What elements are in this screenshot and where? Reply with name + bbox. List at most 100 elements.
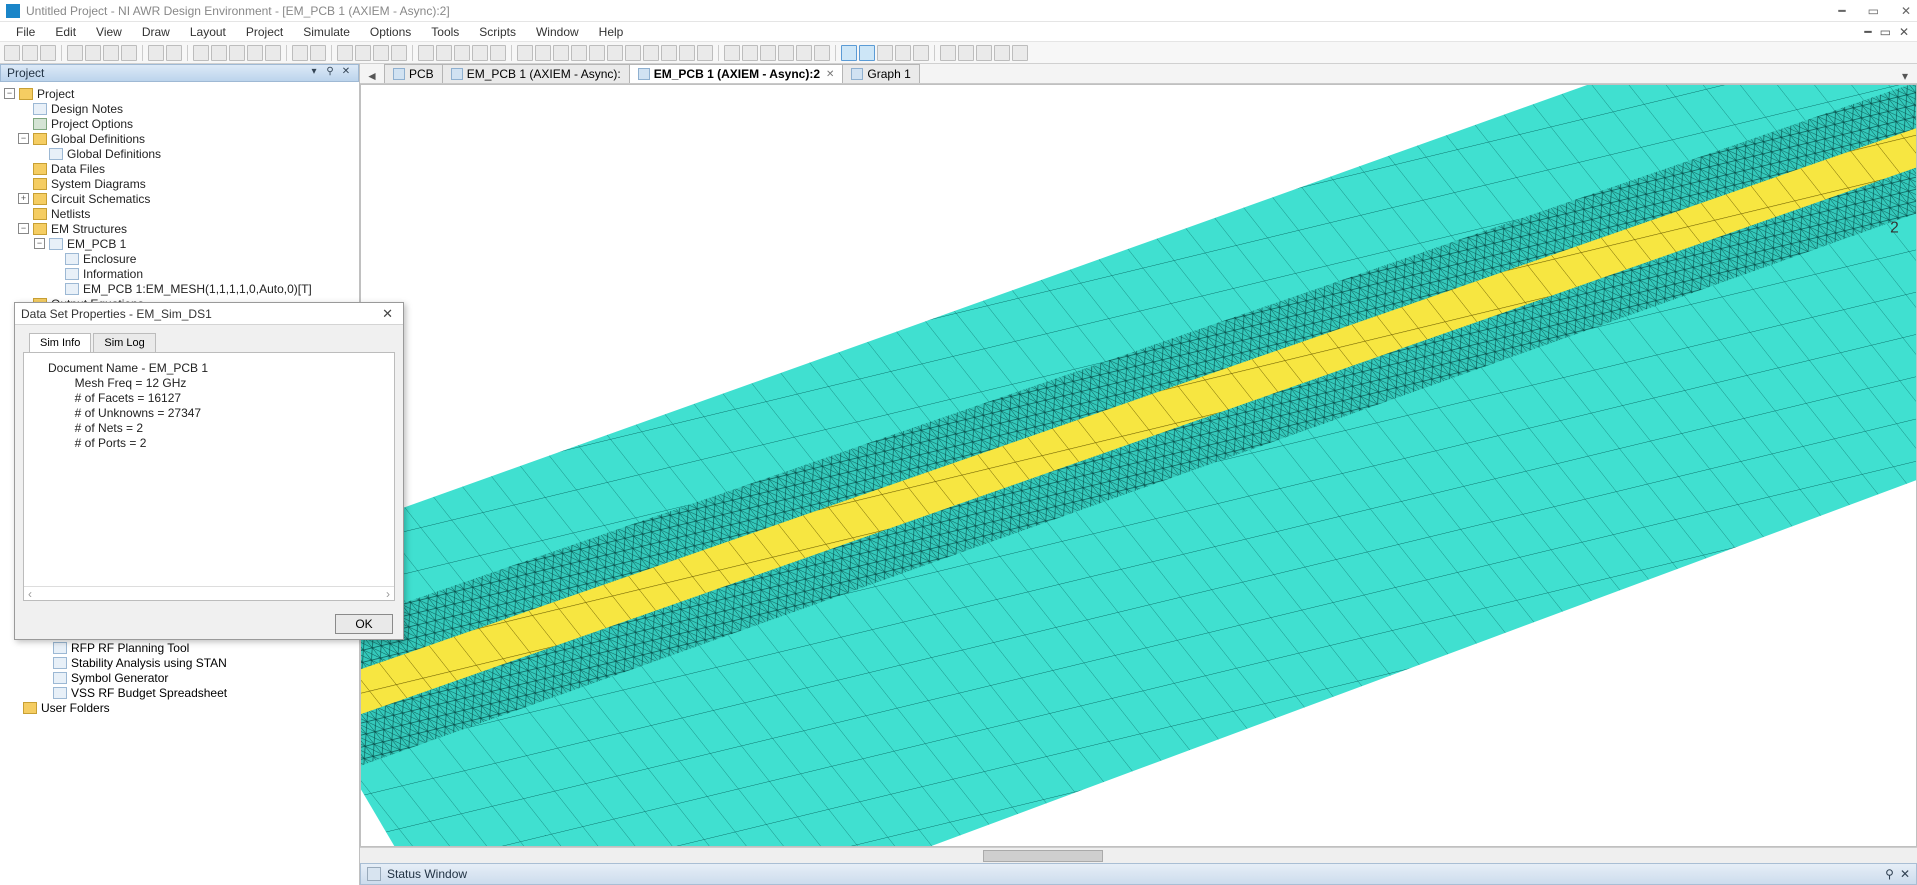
tool-graph[interactable]: [418, 45, 434, 61]
project-panel-header[interactable]: Project ▾ ⚲ ✕: [0, 64, 359, 82]
tab-scroll-left[interactable]: ◄: [364, 69, 380, 83]
tool-mesh-view[interactable]: [841, 45, 857, 61]
tool-measure[interactable]: [913, 45, 929, 61]
tool-zoom-area[interactable]: [247, 45, 263, 61]
menu-draw[interactable]: Draw: [134, 23, 178, 41]
tab-close-icon[interactable]: ✕: [824, 69, 834, 80]
document-tab[interactable]: Graph 1: [842, 64, 919, 83]
expand-icon[interactable]: −: [34, 238, 45, 249]
maximize-button[interactable]: ▭: [1868, 4, 1879, 18]
tree-item[interactable]: RFP RF Planning Tool: [4, 640, 360, 655]
tool-window4[interactable]: [625, 45, 641, 61]
tree-item[interactable]: −Global Definitions: [0, 131, 359, 146]
tool-new[interactable]: [4, 45, 20, 61]
tree-item[interactable]: Project Options: [0, 116, 359, 131]
tool-zoom-out[interactable]: [211, 45, 227, 61]
tree-item[interactable]: +Circuit Schematics: [0, 191, 359, 206]
panel-pin-button[interactable]: ⚲: [324, 67, 336, 79]
close-button[interactable]: ✕: [1901, 4, 1911, 18]
tool-layout3[interactable]: [760, 45, 776, 61]
tool-window2[interactable]: [589, 45, 605, 61]
tool-window7[interactable]: [679, 45, 695, 61]
tool-annotations[interactable]: [472, 45, 488, 61]
document-tab[interactable]: PCB: [384, 64, 443, 83]
minimize-button[interactable]: ━: [1838, 4, 1845, 18]
tool-paste[interactable]: [103, 45, 119, 61]
tool-run[interactable]: [940, 45, 956, 61]
tool-play[interactable]: [958, 45, 974, 61]
collapse-icon[interactable]: −: [4, 88, 15, 99]
tool-layout4[interactable]: [778, 45, 794, 61]
mdi-restore-button[interactable]: ▭: [1880, 25, 1891, 39]
tree-root[interactable]: − Project: [0, 86, 359, 101]
tool-cut[interactable]: [67, 45, 83, 61]
tool-print[interactable]: [697, 45, 713, 61]
tree-item[interactable]: Global Definitions: [0, 146, 359, 161]
tree-item[interactable]: Information: [0, 266, 359, 281]
tab-scroll-right[interactable]: ▾: [1897, 69, 1913, 83]
ok-button[interactable]: OK: [335, 614, 393, 634]
tool-cascade[interactable]: [553, 45, 569, 61]
tool-delete[interactable]: [121, 45, 137, 61]
tool-dropdown[interactable]: [1012, 45, 1028, 61]
tool-tune[interactable]: [355, 45, 371, 61]
tool-open[interactable]: [22, 45, 38, 61]
tool-zoom-fit[interactable]: [229, 45, 245, 61]
tree-item[interactable]: User Folders: [4, 700, 360, 715]
menu-simulate[interactable]: Simulate: [295, 23, 358, 41]
tool-layers[interactable]: [310, 45, 326, 61]
tree-item[interactable]: Stability Analysis using STAN: [4, 655, 360, 670]
panel-dropdown-button[interactable]: ▾: [308, 67, 320, 79]
tree-item[interactable]: Design Notes: [0, 101, 359, 116]
tree-item[interactable]: Symbol Generator: [4, 670, 360, 685]
status-close-button[interactable]: ✕: [1900, 867, 1910, 881]
tree-item[interactable]: Data Files: [0, 161, 359, 176]
tool-pan[interactable]: [895, 45, 911, 61]
menu-file[interactable]: File: [8, 23, 43, 41]
tree-item[interactable]: −EM_PCB 1: [0, 236, 359, 251]
tree-item[interactable]: Netlists: [0, 206, 359, 221]
menu-edit[interactable]: Edit: [47, 23, 84, 41]
horizontal-scrollbar[interactable]: [360, 847, 1917, 863]
tool-fullscreen[interactable]: [292, 45, 308, 61]
menu-options[interactable]: Options: [362, 23, 419, 41]
expand-icon[interactable]: −: [18, 133, 29, 144]
document-tab[interactable]: EM_PCB 1 (AXIEM - Async):: [442, 64, 630, 83]
tool-zoom-in[interactable]: [193, 45, 209, 61]
tab-sim-log[interactable]: Sim Log: [93, 333, 155, 352]
tool-pause[interactable]: [976, 45, 992, 61]
tool-layout2[interactable]: [742, 45, 758, 61]
tool-zoom-prev[interactable]: [265, 45, 281, 61]
tool-undo[interactable]: [148, 45, 164, 61]
tool-add-meas[interactable]: [454, 45, 470, 61]
document-tab[interactable]: EM_PCB 1 (AXIEM - Async):2✕: [629, 64, 844, 83]
tool-window6[interactable]: [661, 45, 677, 61]
dialog-titlebar[interactable]: Data Set Properties - EM_Sim_DS1 ✕: [15, 303, 403, 325]
mdi-close-button[interactable]: ✕: [1899, 25, 1909, 39]
tool-tile-v[interactable]: [535, 45, 551, 61]
tool-copy[interactable]: [85, 45, 101, 61]
mdi-minimize-button[interactable]: ━: [1864, 25, 1871, 39]
dialog-h-scroll[interactable]: ‹›: [24, 586, 394, 600]
menu-view[interactable]: View: [88, 23, 130, 41]
tool-table[interactable]: [436, 45, 452, 61]
tool-simulate[interactable]: [337, 45, 353, 61]
menu-help[interactable]: Help: [591, 23, 632, 41]
tool-window5[interactable]: [643, 45, 659, 61]
tree-item[interactable]: EM_PCB 1:EM_MESH(1,1,1,1,0,Auto,0)[T]: [0, 281, 359, 296]
menu-window[interactable]: Window: [528, 23, 587, 41]
tree-item[interactable]: System Diagrams: [0, 176, 359, 191]
status-window-header[interactable]: Status Window ⚲ ✕: [360, 863, 1917, 885]
tool-export[interactable]: [796, 45, 812, 61]
tree-item[interactable]: VSS RF Budget Spreadsheet: [4, 685, 360, 700]
expand-icon[interactable]: +: [18, 193, 29, 204]
tree-item[interactable]: Enclosure: [0, 251, 359, 266]
tool-layout1[interactable]: [724, 45, 740, 61]
menu-tools[interactable]: Tools: [423, 23, 467, 41]
tab-sim-info[interactable]: Sim Info: [29, 333, 91, 352]
tool-tile-h[interactable]: [517, 45, 533, 61]
tool-save[interactable]: [40, 45, 56, 61]
tree-item[interactable]: −EM Structures: [0, 221, 359, 236]
tool-settings[interactable]: [391, 45, 407, 61]
menu-layout[interactable]: Layout: [182, 23, 234, 41]
